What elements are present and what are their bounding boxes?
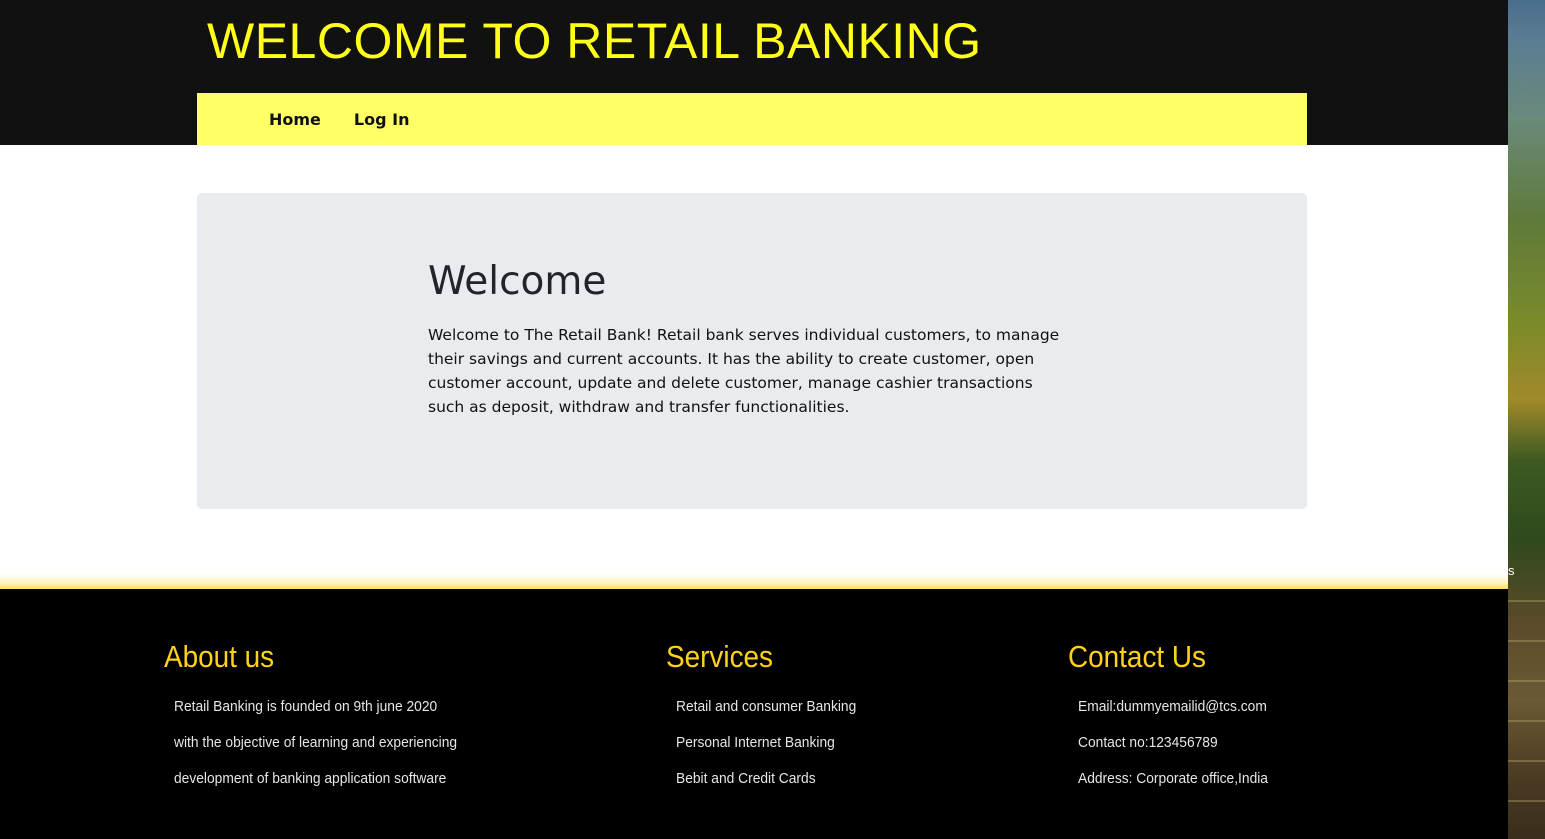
footer-top-glow xyxy=(0,574,1508,590)
footer-about-column: About us Retail Banking is founded on 9t… xyxy=(164,637,482,797)
background-edge-text: s xyxy=(1508,563,1515,578)
site-title: WELCOME TO RETAIL BANKING xyxy=(207,13,982,69)
services-heading: Services xyxy=(666,639,773,674)
services-item: Retail and consumer Banking xyxy=(676,698,857,715)
main-navbar: Home Log In xyxy=(197,93,1307,145)
contact-heading: Contact Us xyxy=(1068,639,1207,674)
about-heading: About us xyxy=(164,639,275,674)
about-line: Retail Banking is founded on 9th june 20… xyxy=(174,698,438,715)
welcome-heading: Welcome xyxy=(428,259,607,304)
site-header: WELCOME TO RETAIL BANKING Home Log In xyxy=(0,0,1508,145)
contact-list: Email:dummyemailid@tcs.com Contact no:12… xyxy=(1078,689,1285,797)
about-list: Retail Banking is founded on 9th june 20… xyxy=(174,689,482,797)
footer-services-column: Services Retail and consumer Banking Per… xyxy=(666,637,872,797)
contact-phone: Contact no:123456789 xyxy=(1078,734,1218,751)
background-scenery-image: s xyxy=(1508,0,1545,839)
footer-contact-column: Contact Us Email:dummyemailid@tcs.com Co… xyxy=(1068,637,1285,797)
services-item: Personal Internet Banking xyxy=(676,734,835,751)
nav-home-link[interactable]: Home xyxy=(269,110,321,129)
about-line: with the objective of learning and exper… xyxy=(174,734,458,751)
welcome-jumbotron: Welcome Welcome to The Retail Bank! Reta… xyxy=(197,193,1307,509)
site-footer: About us Retail Banking is founded on 9t… xyxy=(0,589,1508,839)
welcome-description: Welcome to The Retail Bank! Retail bank … xyxy=(428,326,1060,416)
contact-email: Email:dummyemailid@tcs.com xyxy=(1078,698,1267,715)
nav-login-link[interactable]: Log In xyxy=(354,110,410,129)
jumbotron-content: Welcome Welcome to The Retail Bank! Reta… xyxy=(428,255,1068,419)
contact-address: Address: Corporate office,India xyxy=(1078,770,1268,787)
services-list: Retail and consumer Banking Personal Int… xyxy=(676,689,872,797)
about-line: development of banking application softw… xyxy=(174,770,447,787)
services-item: Bebit and Credit Cards xyxy=(676,770,816,787)
